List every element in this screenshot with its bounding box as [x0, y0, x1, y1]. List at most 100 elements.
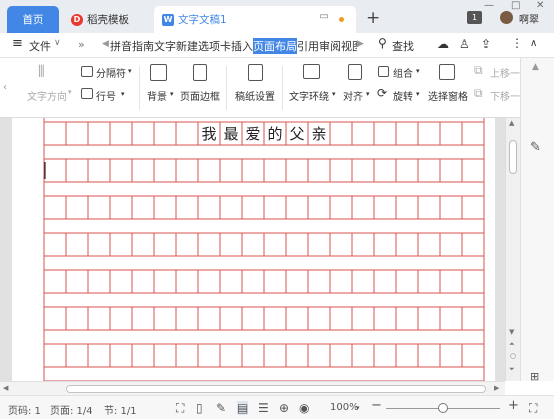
minimize-button[interactable]: —	[484, 0, 494, 11]
title-character: 父	[289, 125, 304, 143]
window-count-badge[interactable]: 1	[467, 11, 482, 24]
text-direction-icon: ⫴	[38, 62, 45, 81]
scroll-left-icon[interactable]: ◀	[102, 39, 109, 49]
manuscript-grid: 我最爱的父亲	[43, 118, 485, 381]
selection-pane-icon	[439, 64, 455, 80]
tab-docer-templates[interactable]: D 稻壳模板	[64, 6, 150, 33]
scroll-down-icon[interactable]: ▼	[509, 328, 514, 336]
scroll-left-arrow-icon[interactable]: ◀	[3, 384, 8, 392]
group-dropdown-icon[interactable]: ▾	[416, 67, 420, 75]
browse-object-icon[interactable]: ○	[510, 352, 516, 360]
write-mode-icon[interactable]: ✎	[216, 401, 226, 415]
columns-button[interactable]: 分隔符	[96, 65, 126, 80]
text-wrap-button[interactable]: 文字环绕	[289, 88, 329, 103]
scroll-up-icon[interactable]: ▲	[509, 119, 514, 127]
eye-protection-icon[interactable]: ◉	[299, 401, 309, 415]
text-direction-button[interactable]: 文字方向	[27, 88, 67, 103]
scroll-right-icon[interactable]: ▶	[357, 39, 364, 49]
ribbon-toolbar: ‹ ⫴ 文字方向 ▾ 分隔符 ▾ 行号 ▾ 背景 ▾ 页面边框 稿纸设置 文字环…	[0, 58, 554, 118]
horizontal-scrollbar[interactable]: ◀ ▶	[0, 381, 505, 395]
avatar[interactable]	[500, 11, 513, 24]
status-bar: 页码: 1 页面: 1/4 节: 1/1 ⛶ ▯ ✎ ▤ ☰ ⊕ ◉ 100% …	[0, 395, 554, 419]
menu-page-layout[interactable]: 页面布局	[253, 38, 297, 54]
menu-new[interactable]: 新建	[176, 38, 198, 54]
page-border-icon	[193, 64, 207, 81]
scroll-right-arrow-icon[interactable]: ▶	[494, 384, 499, 392]
section-count: 节: 1/1	[104, 406, 137, 417]
menu-review[interactable]: 审阅	[319, 38, 341, 54]
menu-view[interactable]: 视图	[341, 38, 357, 54]
share-icon[interactable]: ⇪	[481, 37, 491, 51]
vertical-scrollbar[interactable]: ▲ ▼ ⏶ ○ ⏷	[505, 118, 520, 381]
zoom-level[interactable]: 100%	[330, 402, 359, 413]
line-number-button[interactable]: 行号	[96, 88, 116, 103]
line-number-dropdown-icon[interactable]: ▾	[121, 90, 125, 98]
outline-view-icon[interactable]: ☰	[258, 401, 269, 415]
send-backward-icon: ⧉	[474, 86, 483, 100]
align-button[interactable]: 对齐	[343, 88, 363, 103]
cloud-icon[interactable]: ☁	[437, 37, 449, 51]
more-options-icon[interactable]: ⋮	[511, 36, 523, 50]
collapse-ribbon-icon[interactable]: ∧	[530, 38, 537, 49]
horizontal-scroll-thumb[interactable]	[66, 385, 486, 393]
read-mode-icon[interactable]: ▯	[196, 401, 203, 415]
more-menus-icon[interactable]: »	[78, 38, 85, 51]
manuscript-settings-button[interactable]: 稿纸设置	[235, 88, 275, 103]
zoom-dropdown-icon[interactable]: ▾	[356, 404, 360, 412]
fit-window-icon[interactable]: ⛶	[529, 401, 537, 416]
menu-insert[interactable]: 插入	[231, 38, 253, 54]
close-button[interactable]: ✕	[536, 0, 544, 11]
columns-dropdown-icon[interactable]: ▾	[128, 67, 132, 75]
unsaved-dot-icon	[339, 17, 344, 22]
maximize-button[interactable]: □	[511, 0, 520, 11]
align-icon	[348, 64, 362, 80]
selection-pane-button[interactable]: 选择窗格	[428, 88, 468, 103]
next-page-icon[interactable]: ⏷	[509, 365, 515, 374]
pen-tool-icon[interactable]: ✎	[530, 140, 541, 155]
collaborate-icon[interactable]: ♙	[459, 37, 470, 51]
rotate-icon: ⟳	[377, 86, 388, 100]
bring-forward-icon: ⧉	[474, 63, 483, 77]
background-button[interactable]: 背景	[147, 88, 167, 103]
vertical-scroll-thumb[interactable]	[509, 140, 517, 174]
background-icon	[150, 64, 167, 81]
zoom-in-button[interactable]: +	[508, 398, 519, 413]
rotate-button[interactable]: 旋转	[393, 88, 413, 103]
grid-apps-icon[interactable]: ⊞	[530, 370, 539, 383]
menu-options-tab[interactable]: 选项卡	[198, 38, 231, 54]
align-dropdown-icon[interactable]: ▾	[366, 90, 370, 98]
group-button[interactable]: 组合	[393, 65, 413, 80]
title-character: 我	[201, 125, 216, 143]
text-wrap-dropdown-icon[interactable]: ▾	[332, 90, 336, 98]
fullscreen-icon[interactable]: ⛶	[176, 401, 184, 416]
columns-icon	[81, 66, 93, 77]
page-view-icon[interactable]: ▤	[237, 401, 249, 415]
hamburger-menu-icon[interactable]: ≡	[12, 36, 23, 51]
text-direction-dropdown-icon[interactable]: ▾	[68, 88, 72, 96]
menu-text[interactable]: 文字	[154, 38, 176, 54]
tab-document[interactable]: W 文字文稿1 ▭	[154, 6, 356, 33]
menu-pinyin-guide[interactable]: 拼音指南	[110, 38, 154, 54]
zoom-slider-handle[interactable]	[438, 403, 448, 413]
prev-page-icon[interactable]: ⏶	[509, 340, 515, 349]
chevron-down-icon[interactable]: ∨	[54, 38, 61, 48]
ribbon-scroll-left-icon[interactable]: ‹	[3, 82, 7, 93]
file-menu[interactable]: 文件	[29, 38, 51, 54]
panel-scroll-up-icon[interactable]: ▲	[532, 62, 539, 72]
user-name[interactable]: 啊翠	[519, 11, 539, 26]
background-dropdown-icon[interactable]: ▾	[170, 90, 174, 98]
title-bar: 首页 D 稻壳模板 W 文字文稿1 ▭ + 1 啊翠 — □ ✕	[0, 0, 554, 33]
title-character: 亲	[311, 125, 326, 143]
menu-references[interactable]: 引用	[297, 38, 319, 54]
zoom-out-button[interactable]: −	[371, 398, 382, 413]
search-icon[interactable]: ⚲	[378, 36, 387, 50]
document-canvas[interactable]: 我最爱的父亲	[0, 118, 505, 381]
document-page[interactable]: 我最爱的父亲	[12, 118, 495, 381]
web-view-icon[interactable]: ⊕	[279, 401, 289, 415]
monitor-icon[interactable]: ▭	[320, 11, 329, 22]
rotate-dropdown-icon[interactable]: ▾	[416, 90, 420, 98]
tab-home[interactable]: 首页	[7, 6, 59, 33]
page-border-button[interactable]: 页面边框	[180, 88, 220, 103]
search-button[interactable]: 查找	[392, 38, 414, 54]
new-tab-button[interactable]: +	[366, 8, 380, 28]
